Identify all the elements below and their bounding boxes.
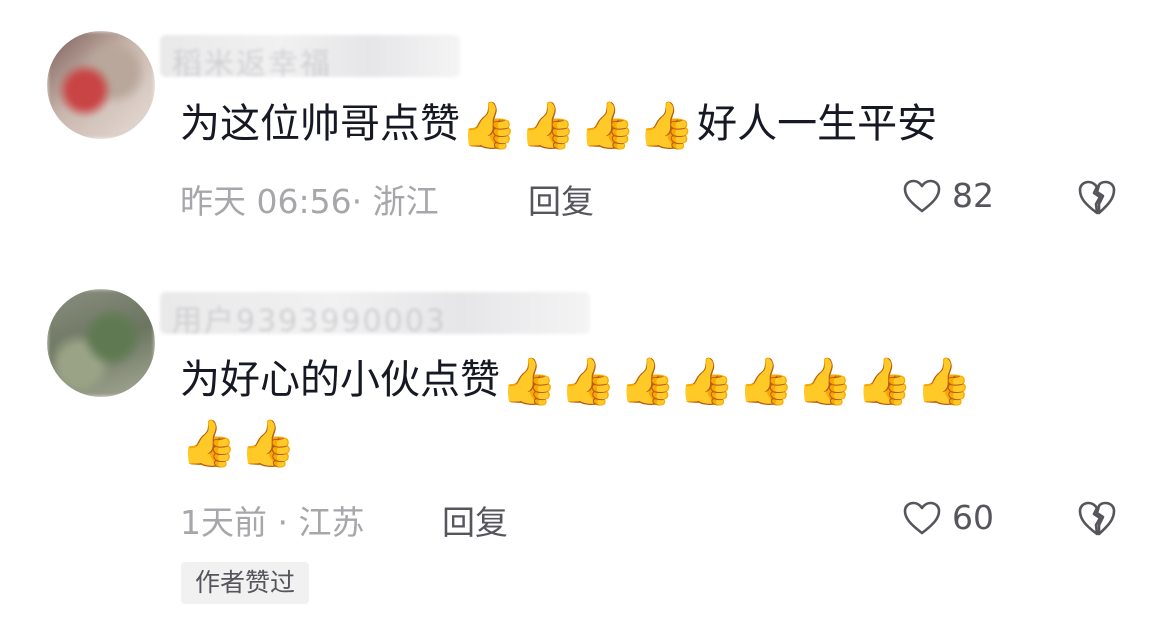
like-button[interactable]: 60 xyxy=(902,498,994,537)
comment-meta: 1天前 · 江苏 xyxy=(180,503,365,542)
comment-text: 为好心的小伙点赞👍👍👍👍👍👍👍👍 xyxy=(180,352,974,409)
thumbs-up-emoji: 👍 xyxy=(677,354,736,408)
thumbs-up-emoji: 👍 xyxy=(559,354,617,408)
comment-item: 用户9393990003 为好心的小伙点赞👍👍👍👍👍👍👍👍 👍👍 1天前 · 江… xyxy=(0,0,1170,625)
thumbs-up-emoji: 👍 xyxy=(239,416,297,470)
avatar[interactable] xyxy=(47,289,155,397)
broken-heart-icon[interactable] xyxy=(1076,499,1118,537)
thumbs-up-emoji: 👍 xyxy=(737,354,795,408)
like-count: 60 xyxy=(952,498,994,537)
thumbs-up-emoji: 👍 xyxy=(180,416,238,470)
thumbs-up-emoji: 👍 xyxy=(796,354,854,408)
username[interactable]: 用户9393990003 xyxy=(160,292,590,339)
author-liked-badge: 作者赞过 xyxy=(181,562,310,604)
heart-outline-icon xyxy=(903,501,941,534)
comment-text-body: 为好心的小伙点赞 xyxy=(180,357,500,403)
thumbs-up-emoji: 👍 xyxy=(500,354,558,408)
comment-text-line2: 👍👍 xyxy=(180,414,299,471)
thumbs-up-emoji: 👍 xyxy=(855,354,913,408)
thumbs-up-emoji: 👍 xyxy=(914,354,973,408)
reply-button[interactable]: 回复 xyxy=(442,496,508,544)
thumbs-up-emoji: 👍 xyxy=(618,354,676,408)
